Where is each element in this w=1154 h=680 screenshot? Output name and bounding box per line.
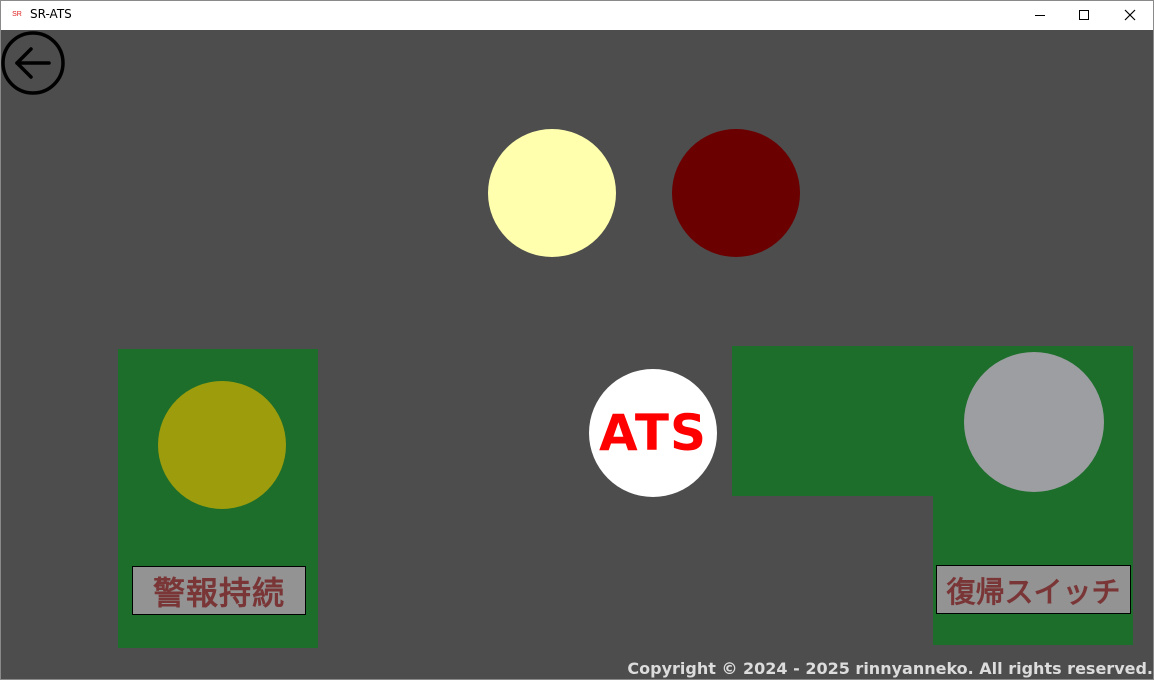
warning-lamp <box>158 381 286 509</box>
ats-button[interactable]: ATS <box>589 369 717 497</box>
indicator-lamp-red <box>672 129 800 257</box>
maximize-icon <box>1079 10 1089 20</box>
center-panel <box>732 346 934 496</box>
arrow-left-circle-icon <box>1 31 65 95</box>
reset-switch-button[interactable]: 復帰スイッチ <box>936 565 1131 614</box>
close-icon <box>1124 9 1136 21</box>
close-button[interactable] <box>1107 0 1153 30</box>
back-button[interactable] <box>1 31 65 95</box>
reset-lamp <box>964 352 1104 492</box>
app-icon: SR <box>12 11 22 18</box>
minimize-button[interactable] <box>1017 0 1063 30</box>
minimize-icon <box>1035 15 1045 16</box>
copyright-text: Copyright © 2024 - 2025 rinnyanneko. All… <box>627 659 1153 678</box>
warning-continue-button[interactable]: 警報持続 <box>132 566 306 615</box>
indicator-lamp-yellow <box>488 129 616 257</box>
window-title: SR-ATS <box>30 7 72 21</box>
ats-label: ATS <box>599 404 707 462</box>
title-bar: SR SR-ATS <box>0 0 1154 30</box>
maximize-button[interactable] <box>1061 0 1107 30</box>
